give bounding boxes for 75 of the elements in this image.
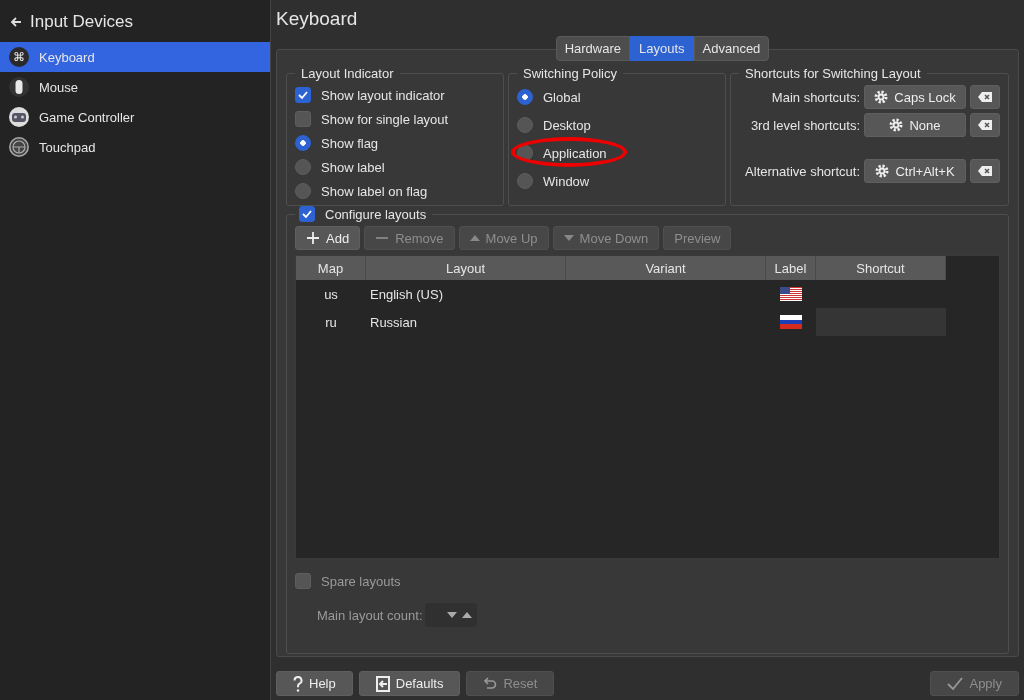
shortcut-button[interactable]: Caps Lock <box>864 85 966 109</box>
gear-icon <box>889 118 904 132</box>
sidebar-item[interactable]: Game Controller <box>0 102 270 132</box>
option-label: Show label <box>321 159 385 175</box>
table-cell-text: Russian <box>369 314 418 330</box>
column-header[interactable]: Label <box>766 256 816 280</box>
clear-button[interactable] <box>970 113 1000 137</box>
option-label: Show flag <box>321 135 379 151</box>
flag-icon <box>780 315 802 329</box>
back-arrow-icon[interactable] <box>10 16 22 28</box>
shortcut-label: 3rd level shortcuts: <box>750 117 860 133</box>
group-title: Layout Indicator <box>300 66 395 81</box>
sidebar-item[interactable]: Mouse <box>0 72 270 102</box>
option-label: Show layout indicator <box>321 87 445 103</box>
shortcut-label: Alternative shortcut: <box>745 163 860 179</box>
toolbar-button[interactable]: Add <box>295 226 361 250</box>
table-cell-text: us <box>323 286 339 302</box>
clear-button[interactable] <box>970 85 1000 109</box>
table-cell-text: ru <box>324 314 338 330</box>
command-key-icon: ⌘ <box>9 47 29 67</box>
touchpad-icon <box>9 137 29 157</box>
shortcut-button[interactable]: None <box>864 113 966 137</box>
column-header[interactable]: Layout <box>366 256 566 280</box>
group-title: Switching Policy <box>522 66 618 81</box>
plus-icon <box>306 231 320 245</box>
radio-button[interactable] <box>295 159 311 175</box>
checkbox[interactable] <box>295 87 311 103</box>
gamepad-icon <box>9 107 29 127</box>
radio-button[interactable] <box>517 89 533 105</box>
mouse-icon <box>9 77 29 97</box>
flag-icon <box>780 287 802 301</box>
radio-button[interactable] <box>517 173 533 189</box>
group-title: Shortcuts for Switching Layout <box>744 66 922 81</box>
option-label: Show for single layout <box>321 111 449 127</box>
spin-arrows-icon <box>446 611 473 619</box>
sidebar-item[interactable]: Touchpad <box>0 132 270 162</box>
option-label: Configure layouts <box>325 206 427 222</box>
gear-icon <box>874 90 889 104</box>
footer-button[interactable]: Help <box>276 671 353 696</box>
shortcut-button[interactable]: Ctrl+Alt+K <box>864 159 966 183</box>
column-header[interactable]: Variant <box>566 256 766 280</box>
field-label: Main layout count: <box>317 607 423 623</box>
checkbox[interactable] <box>299 206 315 222</box>
table-cell-text: English (US) <box>369 286 444 302</box>
column-header[interactable]: Map <box>296 256 366 280</box>
radio-button[interactable] <box>295 135 311 151</box>
up-triangle-icon <box>469 235 480 241</box>
option-label: Desktop <box>543 117 591 133</box>
footer-button[interactable]: Defaults <box>358 671 461 696</box>
option-label: Global <box>543 89 581 105</box>
page-title: Keyboard <box>276 8 359 31</box>
shortcut-label: Main shortcuts: <box>771 89 860 105</box>
radio-button[interactable] <box>517 117 533 133</box>
option-label: Show label on flag <box>321 183 428 199</box>
backspace-icon <box>977 119 993 131</box>
checkbox[interactable] <box>295 573 311 589</box>
backspace-icon <box>977 165 993 177</box>
backspace-icon <box>977 91 993 103</box>
option-label: Window <box>543 173 590 189</box>
sidebar-title: Input Devices <box>30 12 133 32</box>
check-icon <box>947 676 964 691</box>
gear-icon <box>875 164 890 178</box>
undo-icon <box>483 676 498 691</box>
radio-button[interactable] <box>295 183 311 199</box>
checkbox[interactable] <box>295 111 311 127</box>
clear-button[interactable] <box>970 159 1000 183</box>
tab[interactable]: Advanced <box>693 36 770 61</box>
option-label: Spare layouts <box>321 573 401 589</box>
column-header[interactable]: Shortcut <box>816 256 946 280</box>
question-mark-icon <box>293 675 303 692</box>
tab[interactable]: Hardware <box>555 36 630 61</box>
tab[interactable]: Layouts <box>630 36 694 61</box>
sidebar-item[interactable]: ⌘ Keyboard <box>0 42 270 72</box>
down-triangle-icon <box>563 235 574 241</box>
option-label: Application <box>543 145 607 161</box>
